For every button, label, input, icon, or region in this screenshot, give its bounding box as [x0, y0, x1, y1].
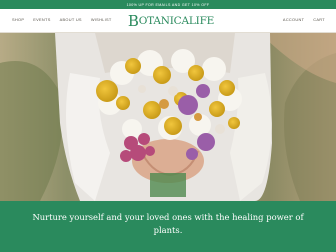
banner-tagline: Nurture yourself and your loved ones wit…: [32, 212, 304, 235]
announcement-text[interactable]: 100% UP FOR EMAILS AND GET 10% OFF: [127, 3, 210, 7]
nav-link-account[interactable]: ACCOUNT: [283, 17, 304, 22]
logo-initial: B: [127, 12, 139, 30]
nav-link-cart[interactable]: CART: [313, 17, 325, 22]
logo-rest: OTANICALIFE: [138, 15, 215, 27]
nav-link-about-us[interactable]: ABOUT US: [60, 17, 82, 22]
promo-banner: Nurture yourself and your loved ones wit…: [0, 201, 336, 252]
brand-logo[interactable]: B OTANICALIFE: [125, 10, 217, 32]
nav-link-shop[interactable]: SHOP: [12, 17, 24, 22]
primary-nav: SHOP EVENTS ABOUT US WISHLIST: [12, 17, 112, 22]
stems: [150, 173, 186, 197]
hero-bouquet-illustration: [0, 33, 336, 201]
hero-image: [0, 33, 336, 201]
announcement-bar[interactable]: 100% UP FOR EMAILS AND GET 10% OFF: [0, 0, 336, 9]
account-nav: ACCOUNT CART: [283, 17, 325, 22]
top-navigation: SHOP EVENTS ABOUT US WISHLIST B OTANICALI…: [0, 9, 336, 33]
nav-link-wishlist[interactable]: WISHLIST: [91, 17, 112, 22]
nav-link-events[interactable]: EVENTS: [33, 17, 50, 22]
